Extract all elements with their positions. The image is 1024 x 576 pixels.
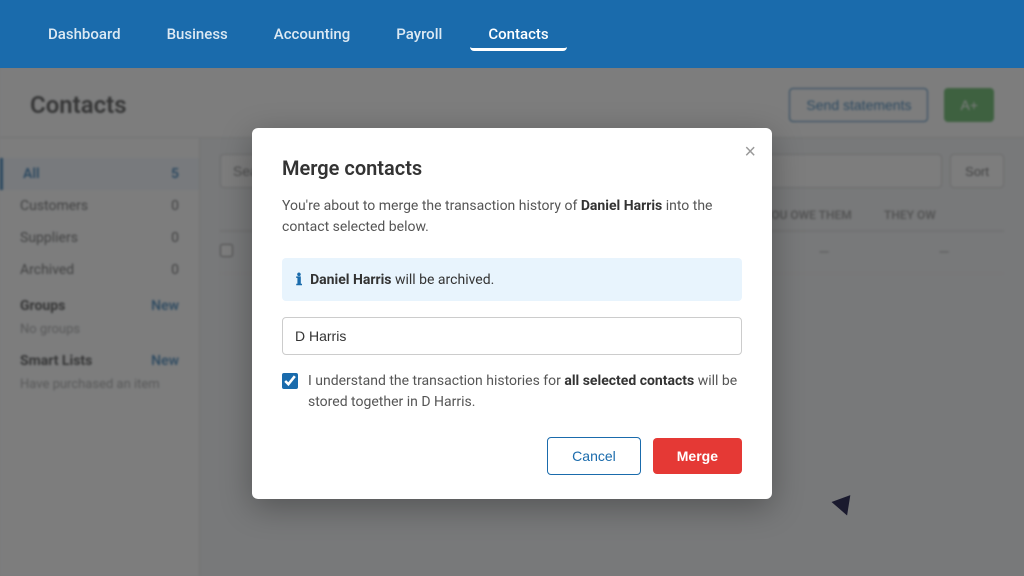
modal-footer: Cancel Merge bbox=[282, 437, 742, 475]
merge-button[interactable]: Merge bbox=[653, 438, 742, 474]
nav-accounting[interactable]: Accounting bbox=[256, 17, 368, 51]
cancel-button[interactable]: Cancel bbox=[547, 437, 641, 475]
archive-info-box: ℹ Daniel Harris will be archived. bbox=[282, 258, 742, 301]
modal-close-button[interactable]: × bbox=[744, 142, 756, 162]
confirmation-checkbox-row: I understand the transaction histories f… bbox=[282, 371, 742, 413]
modal-description: You're about to merge the transaction hi… bbox=[282, 196, 742, 238]
nav-dashboard[interactable]: Dashboard bbox=[30, 17, 139, 51]
merge-contacts-modal: × Merge contacts You're about to merge t… bbox=[252, 128, 772, 499]
info-icon: ℹ bbox=[296, 270, 302, 289]
page-background: Contacts Send statements A+ All 5 Custom… bbox=[0, 68, 1024, 576]
modal-overlay: × Merge contacts You're about to merge t… bbox=[0, 68, 1024, 576]
nav-business[interactable]: Business bbox=[149, 17, 246, 51]
nav-contacts[interactable]: Contacts bbox=[470, 17, 566, 51]
confirmation-checkbox[interactable] bbox=[282, 373, 298, 389]
nav-payroll[interactable]: Payroll bbox=[378, 17, 460, 51]
top-navigation: Dashboard Business Accounting Payroll Co… bbox=[0, 0, 1024, 68]
merge-contact-input[interactable] bbox=[282, 317, 742, 355]
modal-title: Merge contacts bbox=[282, 156, 742, 180]
